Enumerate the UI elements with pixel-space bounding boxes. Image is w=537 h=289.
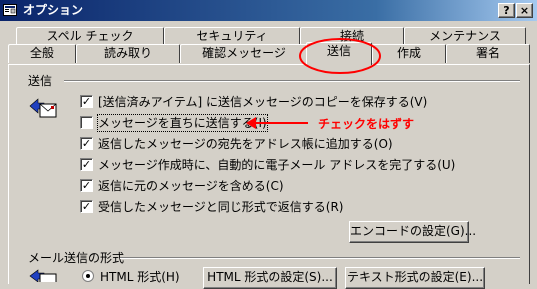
send-mail-icon [29,98,57,118]
checkbox[interactable]: ✓ [80,95,93,108]
option-label: 返信に元のメッセージを含める(C) [98,179,284,193]
option-label: 受信したメッセージと同じ形式で返信する(R) [98,200,344,214]
tab-receipts[interactable]: 確認メッセージ [180,44,308,63]
options-icon [3,4,17,16]
title-bar: オプション ? × [0,0,537,21]
tab-read[interactable]: 読み取り [76,44,180,63]
close-button[interactable]: × [516,3,533,18]
html-settings-button[interactable]: HTML 形式の設定(S)... [203,267,337,289]
html-format-label: HTML 形式(H) [100,270,180,284]
send-section-divider [64,80,520,82]
send-section-title: 送信 [28,74,53,88]
annotation-arrow [246,117,308,129]
checkbox[interactable]: ✓ [80,200,93,213]
checkbox[interactable]: ✓ [80,158,93,171]
window-title: オプション [23,3,84,17]
help-button[interactable]: ? [498,3,515,18]
option-label: [送信済みアイテム] に送信メッセージのコピーを保存する(V) [98,95,428,109]
option-label: 返信したメッセージの宛先をアドレス帳に追加する(O) [98,137,393,151]
checkbox[interactable]: ✓ [80,137,93,150]
checkbox[interactable] [80,116,93,129]
html-format-radio[interactable] [82,270,94,282]
tab-general[interactable]: 全般 [8,44,76,63]
option-label: メッセージを直ちに送信する(I) [97,114,268,132]
format-section-divider [120,257,520,259]
encode-settings-button[interactable]: エンコードの設定(G)... [349,221,476,243]
tab-signatures[interactable]: 署名 [446,44,530,63]
option-label: メッセージ作成時に、自動的に電子メール アドレスを完了する(U) [98,158,456,172]
annotation-text: チェックをはずす [318,117,415,131]
checkbox[interactable]: ✓ [80,179,93,192]
text-settings-button[interactable]: テキスト形式の設定(E)... [345,267,485,289]
annotation-circle [299,38,381,74]
format-section-title: メール送信の形式 [28,251,125,265]
